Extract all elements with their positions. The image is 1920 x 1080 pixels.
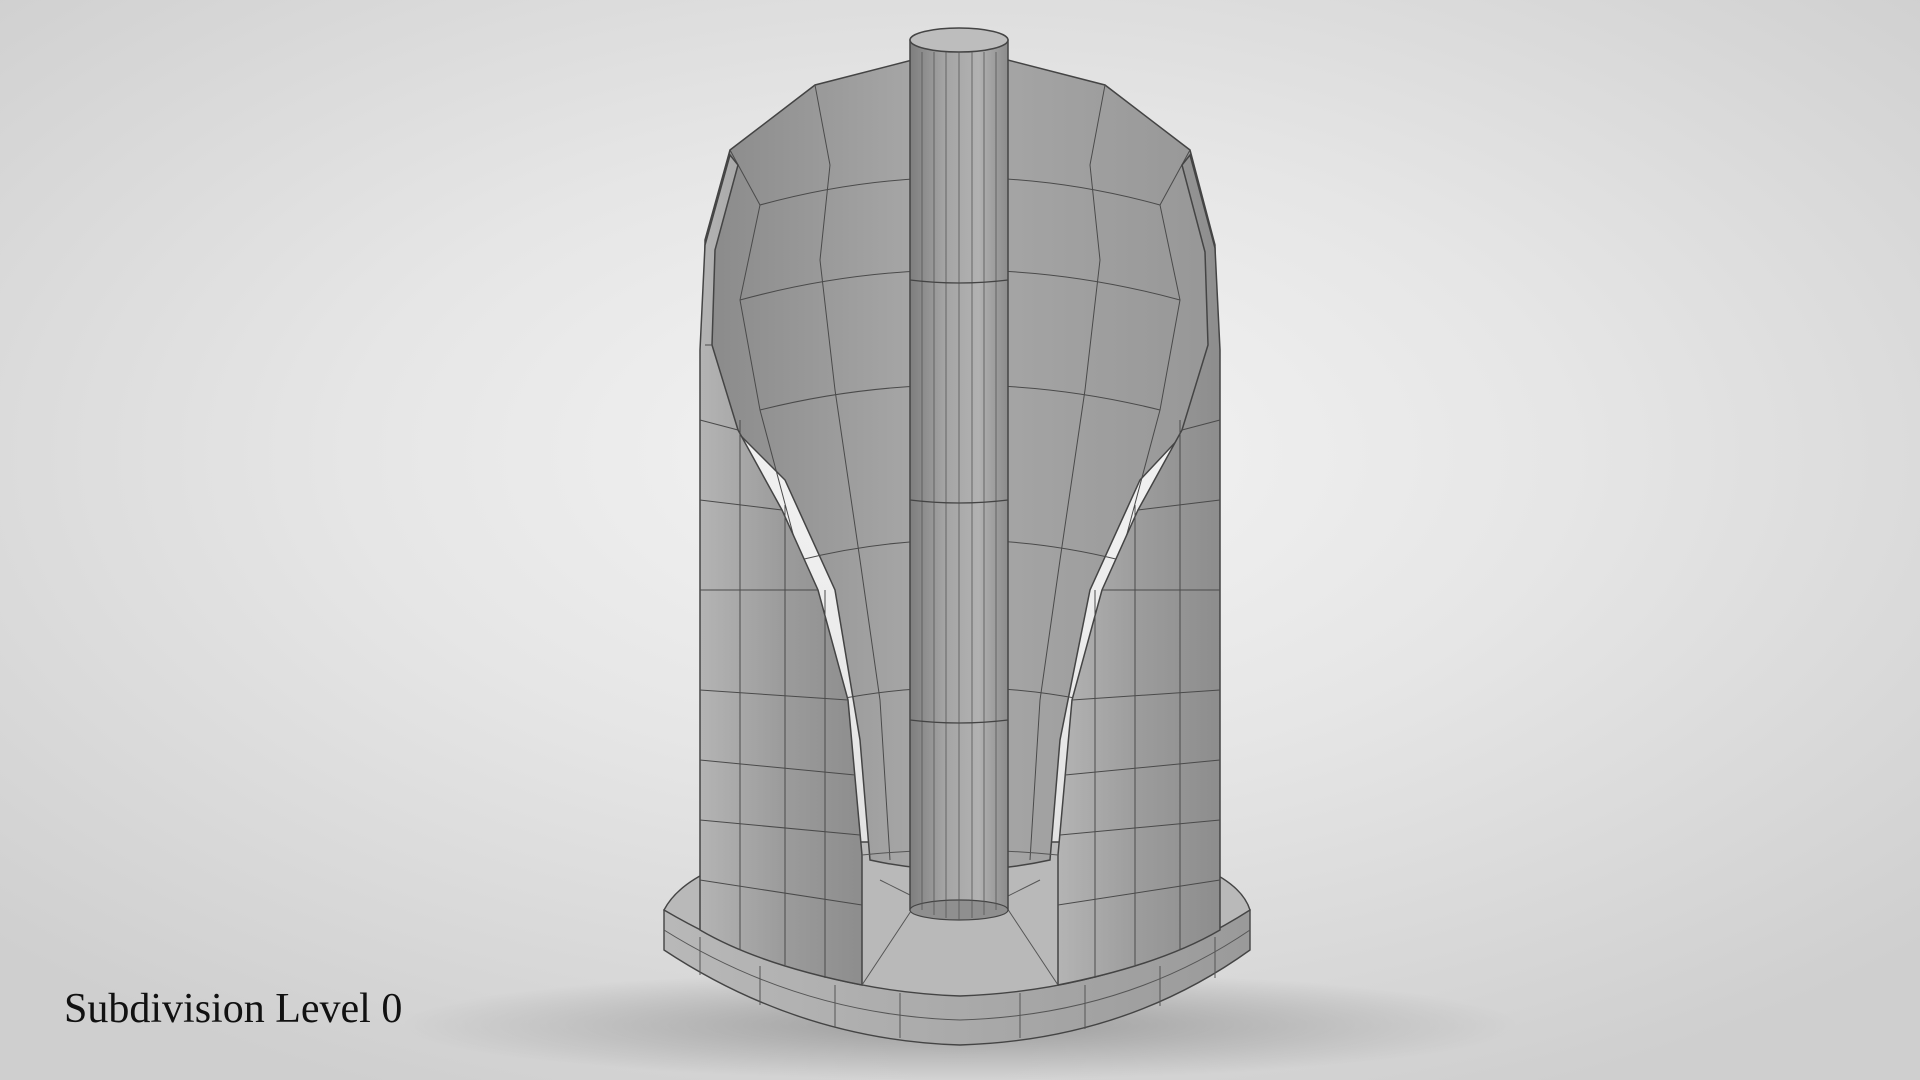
center-pole [909,27,1009,921]
subdivision-level-caption: Subdivision Level 0 [64,986,403,1032]
render-viewport [400,27,1520,1080]
